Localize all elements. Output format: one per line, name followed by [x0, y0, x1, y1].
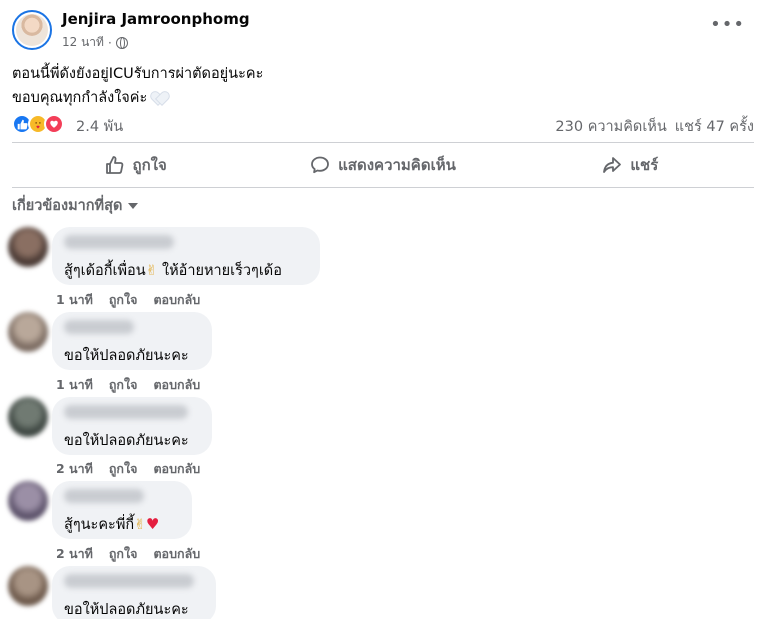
post-meta: 12 นาที ·: [62, 33, 128, 52]
author-avatar[interactable]: [12, 10, 52, 50]
sort-label: เกี่ยวข้องมากที่สุด: [12, 198, 123, 214]
share-arrow-icon: [602, 155, 622, 175]
comment-bubble: ขอให้ปลอดภัยนะคะ: [52, 566, 216, 619]
comment-bubble: สู้ๆนะคะพี่กี้✌♥: [52, 481, 192, 539]
comment-text: ขอให้ปลอดภัยนะคะ: [64, 348, 189, 364]
reaction-count[interactable]: 2.4 พัน: [76, 115, 123, 138]
reaction-icons[interactable]: [12, 114, 64, 134]
comment-time[interactable]: 2 นาที: [56, 459, 93, 479]
commenter-avatar[interactable]: [8, 312, 48, 352]
comment-reply-link[interactable]: ตอบกลับ: [153, 459, 200, 479]
commenter-name-blurred[interactable]: [64, 320, 134, 334]
commenter-name-blurred[interactable]: [64, 489, 144, 503]
author-name[interactable]: Jenjira Jamroonphomg: [62, 10, 250, 28]
divider: [12, 187, 754, 188]
white-heart-icon: [152, 92, 166, 104]
comment-button-label: แสดงความคิดเห็น: [338, 156, 456, 174]
comment-bubble: สู้ๆเด้อกี้เพื่อน✌ ให้อ้ายหายเร็วๆเด้อ: [52, 227, 320, 285]
post-header: Jenjira Jamroonphomg 12 นาที · •••: [0, 0, 763, 60]
globe-icon: [115, 36, 128, 49]
red-heart-icon: ♥: [145, 515, 160, 533]
post-time[interactable]: 12 นาที: [62, 33, 104, 52]
thumbs-up-icon: [105, 155, 125, 175]
meta-separator: ·: [107, 35, 112, 50]
comment-text-part: สู้ๆนะคะพี่กี้: [64, 517, 135, 533]
divider: [12, 142, 754, 143]
comment-text-part: ให้อ้ายหายเร็วๆเด้อ: [161, 263, 282, 279]
comment-sort-dropdown[interactable]: เกี่ยวข้องมากที่สุด: [12, 194, 139, 217]
comment-like-link[interactable]: ถูกใจ: [109, 459, 138, 479]
comment-count[interactable]: 230 ความคิดเห็น: [555, 115, 666, 138]
more-options-button[interactable]: •••: [710, 14, 745, 35]
post-text: ตอนนี้พี่ดังยังอยู่ICUรับการผ่าตัดอยู่นะ…: [12, 62, 263, 110]
reactions-bar: 2.4 พัน 230 ความคิดเห็น แชร์ 47 ครั้ง: [12, 112, 754, 136]
share-button[interactable]: แชร์: [507, 146, 754, 184]
comment-time[interactable]: 2 นาที: [56, 544, 93, 564]
commenter-name-blurred[interactable]: [64, 235, 174, 249]
comment-reply-link[interactable]: ตอบกลับ: [153, 290, 200, 310]
comment-text: ขอให้ปลอดภัยนะคะ: [64, 433, 189, 449]
speech-bubble-icon: [310, 155, 330, 175]
comment-meta: 1 นาที ถูกใจ ตอบกลับ: [56, 290, 200, 310]
love-reaction-icon: [44, 114, 64, 134]
post-actions: ถูกใจ แสดงความคิดเห็น แชร์: [12, 146, 754, 184]
comment-reply-link[interactable]: ตอบกลับ: [153, 375, 200, 395]
comment-meta: 1 นาที ถูกใจ ตอบกลับ: [56, 375, 200, 395]
commenter-avatar[interactable]: [8, 397, 48, 437]
comment-time[interactable]: 1 นาที: [56, 290, 93, 310]
like-button[interactable]: ถูกใจ: [12, 146, 259, 184]
like-button-label: ถูกใจ: [132, 156, 167, 174]
victory-hand-icon: ✌: [134, 517, 146, 533]
post-text-line: ตอนนี้พี่ดังยังอยู่ICUรับการผ่าตัดอยู่นะ…: [12, 66, 264, 82]
victory-hand-icon: ✌: [145, 263, 158, 279]
commenter-name-blurred[interactable]: [64, 405, 188, 419]
comment-reply-link[interactable]: ตอบกลับ: [153, 544, 200, 564]
chevron-down-icon: [128, 202, 139, 209]
post-text-line: ขอบคุณทุกกำลังใจค่ะ: [12, 90, 148, 106]
comment-like-link[interactable]: ถูกใจ: [109, 375, 138, 395]
comment-text: สู้ๆนะคะพี่กี้✌♥: [64, 513, 180, 536]
commenter-avatar[interactable]: [8, 481, 48, 521]
commenter-avatar[interactable]: [8, 227, 48, 267]
comment-time[interactable]: 1 นาที: [56, 375, 93, 395]
comment-text: สู้ๆเด้อกี้เพื่อน✌ ให้อ้ายหายเร็วๆเด้อ: [64, 259, 308, 282]
comment-like-link[interactable]: ถูกใจ: [109, 544, 138, 564]
comment-bubble: ขอให้ปลอดภัยนะคะ: [52, 312, 212, 370]
commenter-name-blurred[interactable]: [64, 574, 194, 588]
commenter-avatar[interactable]: [8, 566, 48, 606]
comment-bubble: ขอให้ปลอดภัยนะคะ: [52, 397, 212, 455]
share-button-label: แชร์: [630, 156, 659, 174]
comment-button[interactable]: แสดงความคิดเห็น: [259, 146, 506, 184]
comment-like-link[interactable]: ถูกใจ: [109, 290, 138, 310]
share-count[interactable]: แชร์ 47 ครั้ง: [675, 115, 754, 138]
comment-meta: 2 นาที ถูกใจ ตอบกลับ: [56, 459, 200, 479]
comment-text-part: สู้ๆเด้อกี้เพื่อน: [64, 263, 146, 279]
comment-meta: 2 นาที ถูกใจ ตอบกลับ: [56, 544, 200, 564]
comment-text: ขอให้ปลอดภัยนะคะ: [64, 602, 189, 618]
